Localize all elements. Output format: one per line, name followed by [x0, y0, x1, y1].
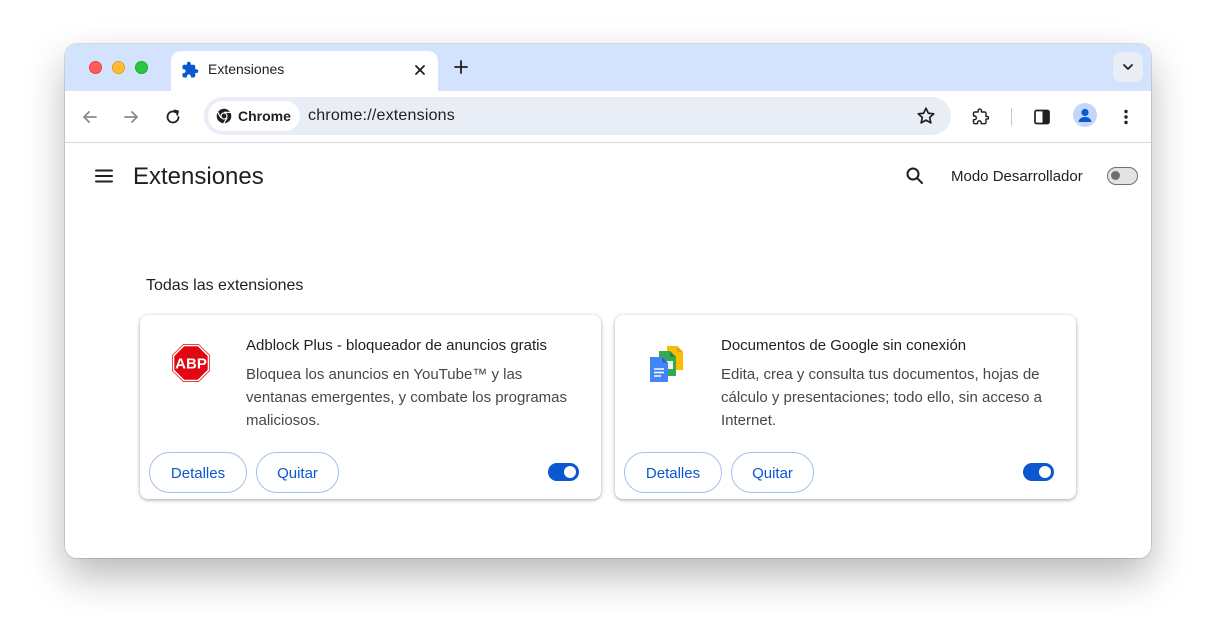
- side-panel-icon[interactable]: [1029, 104, 1055, 130]
- adblock-plus-icon: ABP: [170, 342, 212, 384]
- toggle-knob: [1039, 466, 1051, 478]
- tab-strip: Extensiones: [65, 44, 1151, 91]
- forward-arrow-icon[interactable]: [118, 104, 144, 130]
- google-docs-offline-icon: [645, 342, 687, 384]
- extension-card-adblock-plus: ABP Adblock Plus - bloqueador de anuncio…: [140, 315, 601, 499]
- profile-avatar[interactable]: [1073, 103, 1097, 127]
- toolbar: Chrome chrome://extensions: [65, 91, 1151, 143]
- minimize-window-button[interactable]: [112, 61, 125, 74]
- details-button[interactable]: Detalles: [149, 452, 247, 493]
- remove-button[interactable]: Quitar: [731, 452, 814, 493]
- tab-extensions[interactable]: Extensiones: [171, 51, 438, 91]
- reload-icon[interactable]: [160, 104, 186, 130]
- site-chip-label: Chrome: [238, 108, 291, 124]
- section-title: Todas las extensiones: [146, 277, 304, 294]
- developer-mode-toggle[interactable]: [1107, 167, 1138, 185]
- remove-button[interactable]: Quitar: [256, 452, 339, 493]
- toggle-knob: [1111, 171, 1120, 180]
- new-tab-icon[interactable]: [450, 56, 472, 78]
- site-info-chip[interactable]: Chrome: [208, 101, 300, 131]
- tab-search-button[interactable]: [1113, 52, 1143, 82]
- extension-card-google-docs-offline: Documentos de Google sin conexión Edita,…: [615, 315, 1076, 499]
- back-arrow-icon[interactable]: [77, 104, 103, 130]
- toggle-knob: [564, 466, 576, 478]
- details-button[interactable]: Detalles: [624, 452, 722, 493]
- search-icon[interactable]: [903, 164, 927, 188]
- hamburger-menu-icon[interactable]: [92, 164, 116, 188]
- extension-name: Documentos de Google sin conexión: [721, 337, 967, 354]
- maximize-window-button[interactable]: [135, 61, 148, 74]
- extension-enabled-toggle[interactable]: [1023, 463, 1054, 481]
- toolbar-separator: [1011, 108, 1012, 126]
- person-icon: [1078, 108, 1092, 122]
- tab-title: Extensiones: [208, 61, 285, 77]
- close-tab-icon[interactable]: [410, 60, 430, 80]
- chrome-logo-icon: [216, 108, 232, 124]
- more-menu-icon[interactable]: [1113, 104, 1139, 130]
- extensions-page: Extensiones Modo Desarrollador Todas las…: [65, 143, 1151, 558]
- page-title: Extensiones: [133, 163, 264, 190]
- extension-enabled-toggle[interactable]: [548, 463, 579, 481]
- address-bar[interactable]: Chrome chrome://extensions: [204, 97, 951, 135]
- abp-logo-text: ABP: [175, 356, 207, 373]
- extension-description: Bloquea los anuncios en YouTube™ y las v…: [246, 366, 567, 425]
- close-window-button[interactable]: [89, 61, 102, 74]
- extension-description: Edita, crea y consulta tus documentos, h…: [721, 366, 1043, 425]
- extensions-puzzle-icon[interactable]: [968, 104, 994, 130]
- puzzle-piece-icon: [181, 61, 199, 79]
- developer-mode-label: Modo Desarrollador: [951, 168, 1083, 185]
- bookmark-star-icon[interactable]: [915, 105, 937, 127]
- url-text[interactable]: chrome://extensions: [308, 106, 455, 126]
- extension-name: Adblock Plus - bloqueador de anuncios gr…: [246, 337, 548, 354]
- browser-window: Extensiones Chrome chrome://extensions E…: [65, 44, 1151, 558]
- chevron-down-icon: [1123, 64, 1133, 70]
